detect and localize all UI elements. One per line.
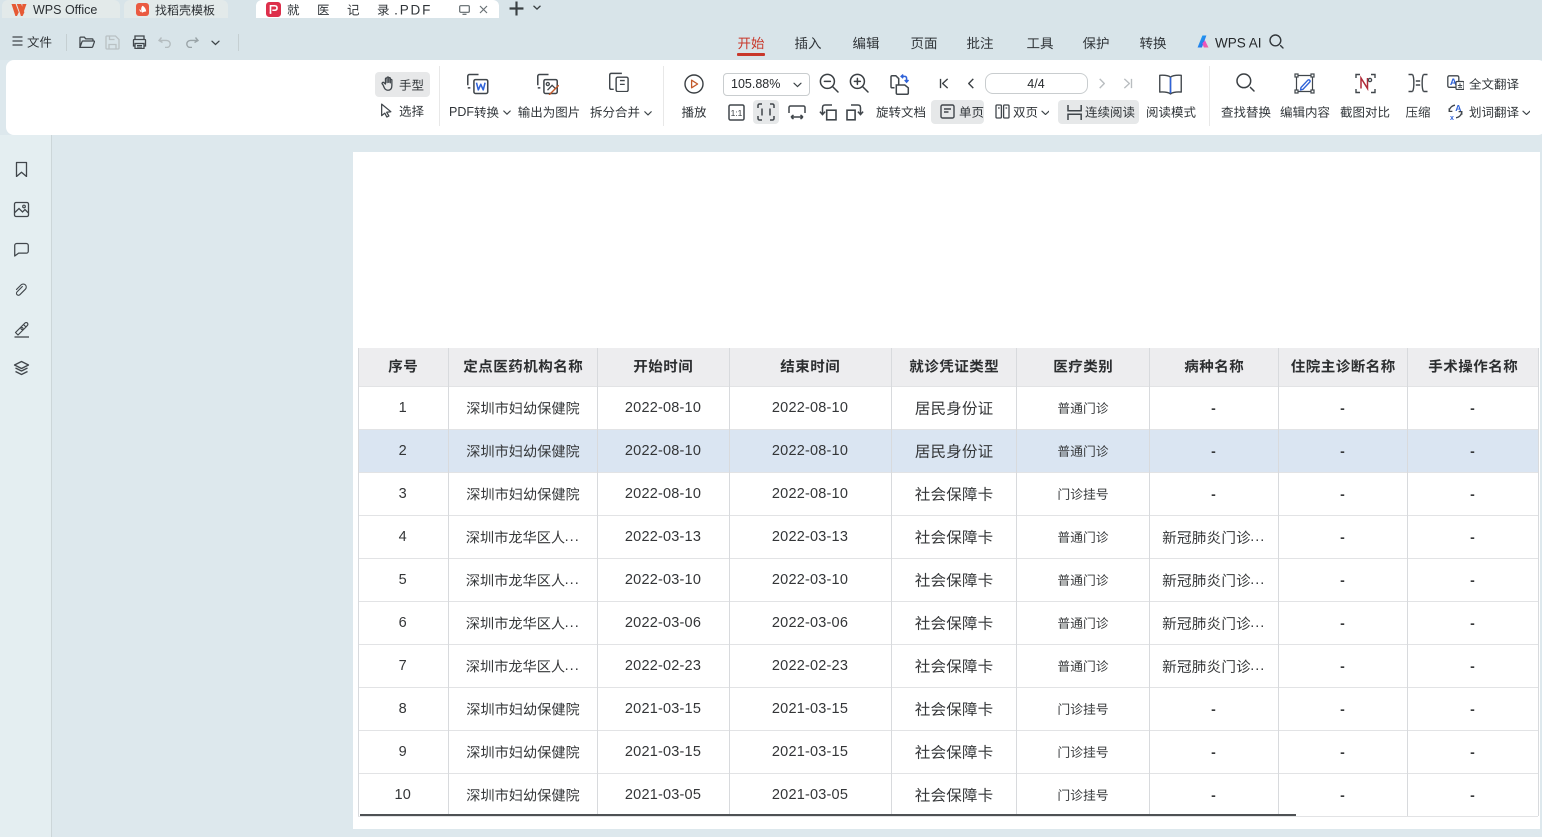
svg-text:1:1: 1:1 xyxy=(731,108,743,118)
svg-text:x: x xyxy=(1450,115,1454,120)
svg-text:A: A xyxy=(1455,103,1461,113)
